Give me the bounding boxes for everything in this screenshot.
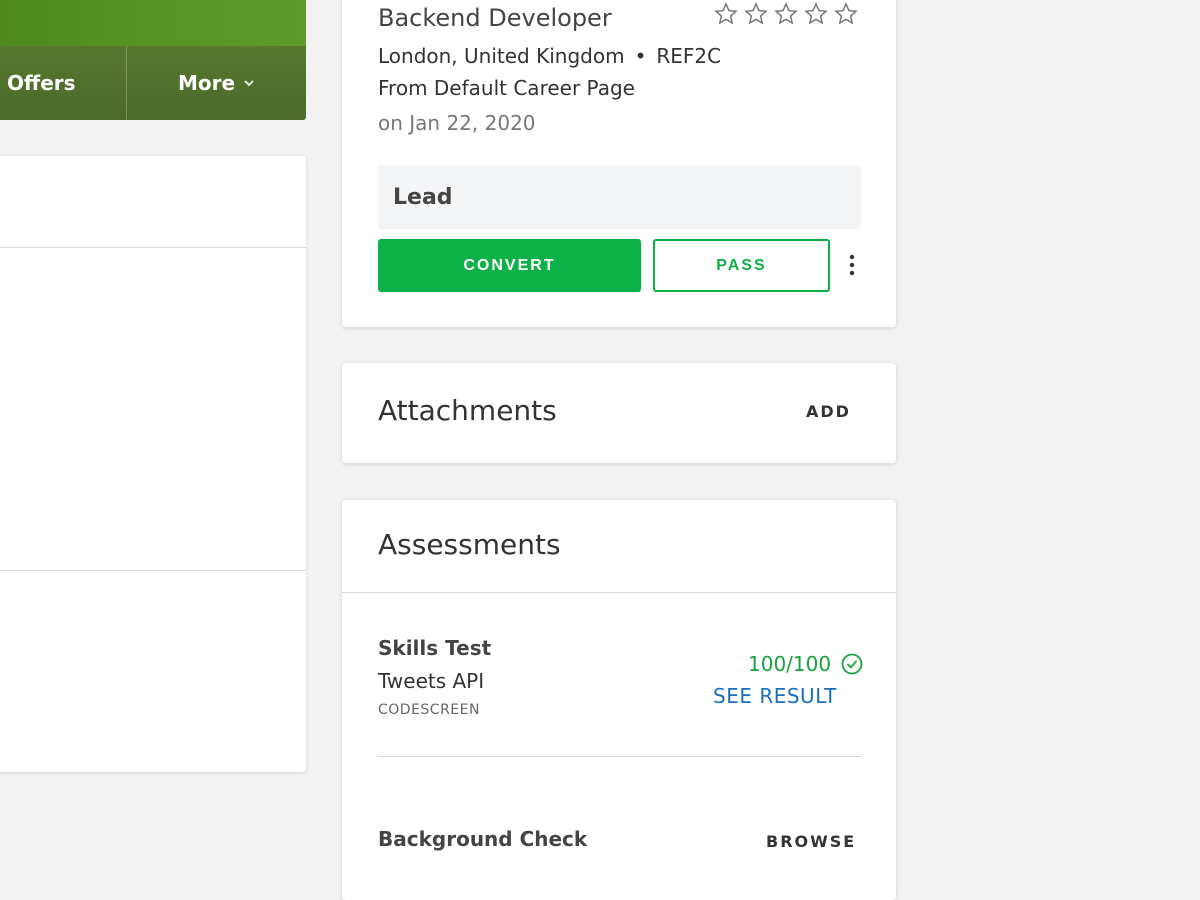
- assessment-name: Background Check: [378, 827, 588, 851]
- nav-bar: Offers More: [0, 46, 306, 120]
- star-outline-icon[interactable]: [774, 2, 798, 26]
- candidate-date: on Jan 22, 2020: [378, 111, 536, 135]
- separator: •: [634, 44, 647, 68]
- stage-label: Lead: [393, 184, 453, 210]
- job-title: Backend Developer: [378, 4, 612, 32]
- pass-button[interactable]: PASS: [653, 239, 830, 292]
- nav-banner: [0, 0, 306, 46]
- star-outline-icon[interactable]: [744, 2, 768, 26]
- chevron-down-icon: [244, 80, 254, 87]
- add-attachment-button[interactable]: ADD: [806, 402, 851, 421]
- check-circle-icon: [841, 653, 863, 675]
- assessment-score: 100/100: [748, 652, 863, 676]
- attachments-title: Attachments: [378, 394, 557, 427]
- see-result-link[interactable]: SEE RESULT: [713, 684, 837, 708]
- candidate-card: Backend Developer London, United Kingdom…: [342, 0, 896, 327]
- assessments-card: Assessments Skills Test Tweets API CODES…: [342, 500, 896, 900]
- assessments-title: Assessments: [378, 528, 561, 561]
- nav-tab-label: More: [177, 71, 236, 95]
- nav-tab-more[interactable]: More: [127, 46, 306, 120]
- divider: [0, 570, 306, 571]
- star-outline-icon[interactable]: [834, 2, 858, 26]
- convert-button[interactable]: CONVERT: [378, 239, 641, 292]
- nav-tab-label: Offers: [7, 71, 76, 95]
- star-outline-icon[interactable]: [804, 2, 828, 26]
- star-outline-icon[interactable]: [714, 2, 738, 26]
- reference-code: REF2C: [656, 44, 722, 68]
- assessment-name: Skills Test: [378, 636, 492, 660]
- divider: [342, 592, 896, 593]
- assessment-test: Tweets API: [378, 669, 485, 693]
- kebab-menu-icon[interactable]: [848, 254, 856, 276]
- assessment-vendor: CODESCREEN: [378, 702, 480, 718]
- location: London, United Kingdom: [378, 44, 625, 68]
- nav-tab-offers[interactable]: Offers: [0, 46, 127, 120]
- score-value: 100/100: [748, 652, 832, 676]
- divider: [378, 756, 861, 757]
- browse-button[interactable]: BROWSE: [766, 832, 856, 851]
- left-content-panel: [0, 156, 306, 772]
- star-rating[interactable]: [714, 2, 858, 26]
- divider: [0, 247, 306, 248]
- stage-selector[interactable]: Lead: [378, 165, 861, 229]
- candidate-location-line: London, United Kingdom • REF2C: [378, 44, 721, 68]
- attachments-card: Attachments ADD: [342, 363, 896, 463]
- candidate-source: From Default Career Page: [378, 76, 635, 100]
